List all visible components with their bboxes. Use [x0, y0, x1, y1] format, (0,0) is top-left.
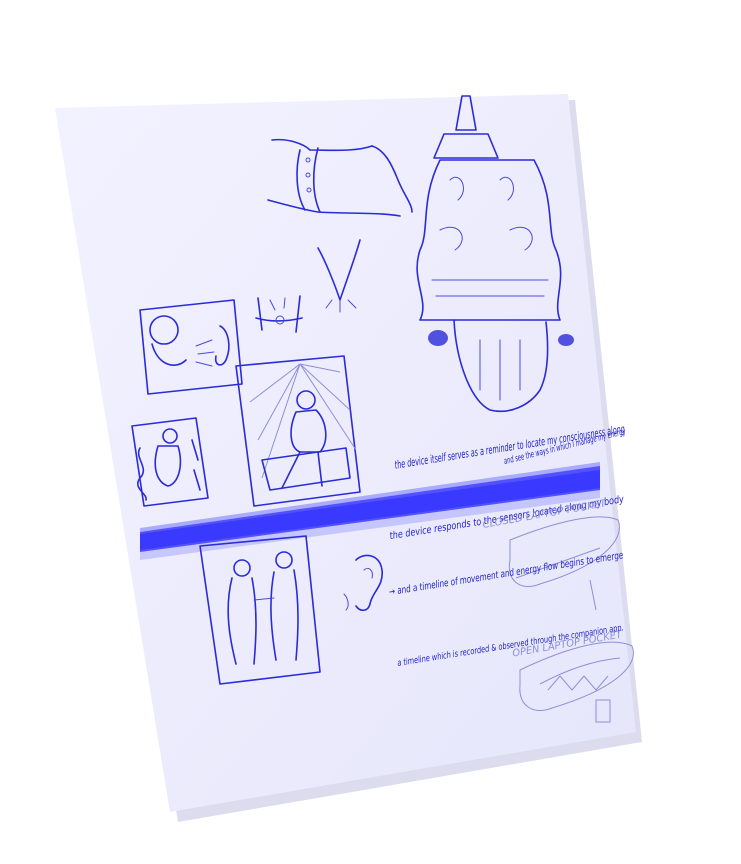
sketch-sheet: the device itself serves as a reminder t…	[55, 94, 642, 822]
sketch-photo: the device itself serves as a reminder t…	[0, 0, 741, 864]
